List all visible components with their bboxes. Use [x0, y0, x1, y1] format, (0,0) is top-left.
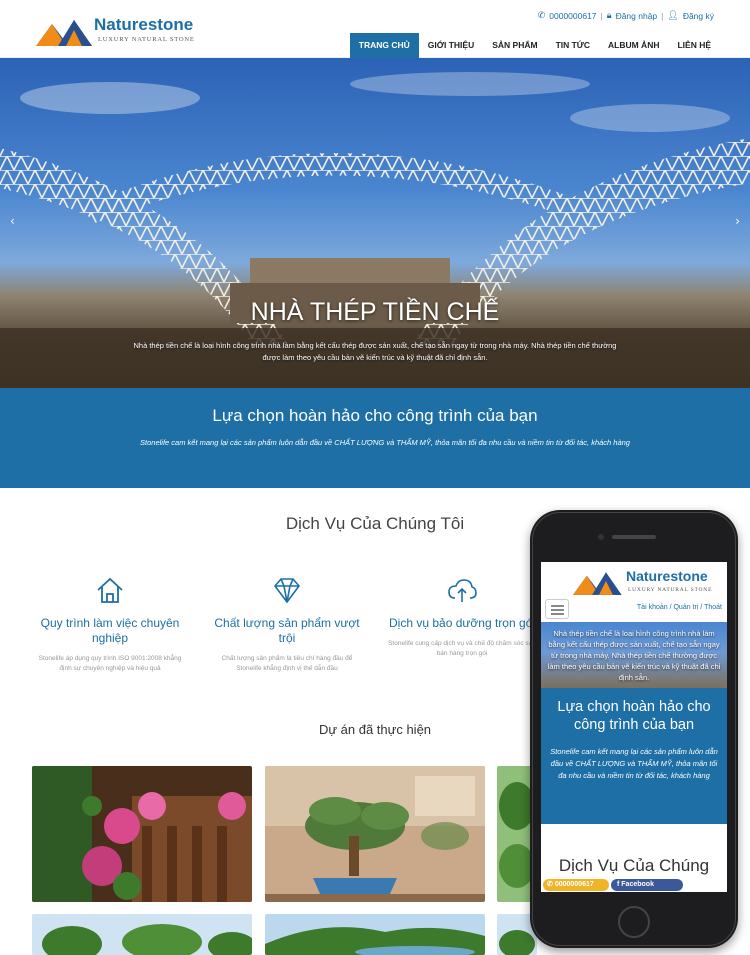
home-button[interactable]: [618, 906, 650, 938]
service-item: Dịch vụ bảo dưỡng trọn gói Stonelife cun…: [387, 574, 537, 659]
service-title[interactable]: Quy trình làm việc chuyên nghiệp: [35, 616, 185, 646]
hero-title: NHÀ THÉP TIỀN CHẾ: [250, 298, 500, 326]
project-image-lake[interactable]: [265, 914, 485, 955]
phone-camera: [598, 534, 604, 540]
service-description: Chất lượng sản phẩm là tiêu chí hàng đầu…: [221, 655, 353, 672]
hero-slider: ‹ › NHÀ THÉP TIỀN CHẾ Nhà thép tiền chế …: [0, 58, 750, 388]
logo-mountain-icon: [573, 572, 622, 595]
nav-item-about[interactable]: GIỚI THIỆU: [419, 33, 483, 58]
cloud-upload-icon: [448, 579, 477, 602]
main-nav: TRANG CHỦ GIỚI THIỆU SẢN PHẨM TIN TỨC AL…: [349, 33, 720, 58]
register-link[interactable]: Đăng ký: [683, 11, 714, 21]
service-title[interactable]: Chất lượng sản phẩm vượt trội: [212, 616, 362, 646]
logo-mountain-icon: [36, 20, 92, 46]
mobile-phone-button[interactable]: ✆ 0000000617: [543, 879, 609, 891]
site-header: Naturestone LUXURY NATURAL STONE ✆ 00000…: [0, 0, 750, 58]
logo-name: Naturestone: [94, 15, 194, 34]
phone-speaker: [612, 535, 656, 539]
nav-item-home[interactable]: TRANG CHỦ: [349, 33, 419, 58]
hamburger-menu-icon[interactable]: [545, 599, 569, 619]
home-icon: [97, 577, 123, 603]
slider-prev-icon[interactable]: ‹: [10, 214, 15, 228]
intro-text: Stonelife cam kết mang lại các sản phẩm …: [140, 438, 630, 447]
mobile-screen: Naturestone LUXURY NATURAL STONE Tài kho…: [541, 562, 727, 892]
slider-next-icon[interactable]: ›: [735, 214, 740, 228]
nav-item-news[interactable]: TIN TỨC: [547, 33, 599, 58]
nav-item-contact[interactable]: LIÊN HỆ: [668, 33, 720, 58]
service-description: Stonelife cung cấp dịch vụ và chế độ chă…: [388, 640, 536, 657]
mobile-logo[interactable]: Naturestone LUXURY NATURAL STONE: [573, 567, 727, 597]
topbar-divider: |: [600, 10, 603, 21]
project-image-flowers[interactable]: [32, 766, 252, 902]
mobile-intro-band: Lựa chọn hoàn hảo cho công trình của bạn…: [541, 688, 727, 824]
topbar: ✆ 0000000617 | 🔒︎ Đăng nhập | 👤︎ Đăng ký: [538, 10, 714, 21]
service-item: Quy trình làm việc chuyên nghiệp Stoneli…: [35, 574, 185, 674]
mobile-facebook-button[interactable]: f Facebook: [611, 879, 683, 891]
mobile-logo-name: Naturestone: [626, 568, 708, 584]
phone-icon: ✆: [547, 881, 555, 888]
hero-steel-structure-image: [0, 72, 750, 388]
mobile-services-title: Dịch Vụ Của Chúng: [558, 856, 710, 875]
lock-icon: 🔒︎: [606, 10, 612, 20]
hero-description: Nhà thép tiền chế là loại hình công trìn…: [133, 341, 617, 362]
intro-band: Lựa chọn hoàn hảo cho công trình của bạn…: [0, 388, 750, 488]
nav-item-album[interactable]: ALBUM ẢNH: [599, 33, 668, 58]
topbar-divider: |: [661, 10, 664, 21]
logo-tagline: LUXURY NATURAL STONE: [98, 36, 195, 43]
project-image-bonsai[interactable]: [265, 766, 485, 902]
diamond-icon: [273, 578, 301, 604]
mobile-contact-bar: ✆ 0000000617 f Facebook: [541, 878, 727, 892]
mobile-hero-text: Nhà thép tiền chế là loại hình công trìn…: [547, 629, 721, 682]
phone-icon: ✆: [537, 10, 546, 20]
logo[interactable]: Naturestone LUXURY NATURAL STONE: [36, 12, 196, 48]
service-title[interactable]: Dịch vụ bảo dưỡng trọn gói: [387, 616, 537, 631]
login-link[interactable]: Đăng nhập: [616, 11, 658, 21]
mobile-account-links[interactable]: Tài khoản / Quản trị / Thoát: [637, 604, 722, 611]
mobile-logo-tagline: LUXURY NATURAL STONE: [628, 587, 713, 593]
nav-item-products[interactable]: SẢN PHẨM: [483, 33, 546, 58]
intro-title: Lựa chọn hoàn hảo cho công trình của bạn: [212, 406, 538, 425]
topbar-phone[interactable]: 0000000617: [549, 11, 596, 21]
project-image-park[interactable]: [32, 914, 252, 955]
mobile-intro-title: Lựa chọn hoàn hảo cho công trình của bạn: [557, 699, 711, 733]
mobile-facebook-label: Facebook: [621, 881, 654, 888]
mobile-hero: Nhà thép tiền chế là loại hình công trìn…: [541, 622, 727, 688]
service-item: Chất lượng sản phẩm vượt trội Chất lượng…: [212, 574, 362, 674]
mobile-intro-text: Stonelife cam kết mang lại các sản phẩm …: [550, 747, 718, 780]
user-plus-icon: 👤︎: [667, 10, 679, 20]
mobile-phone-label: 0000000617: [554, 881, 594, 888]
service-description: Stonelife áp dụng quy trình ISO 9001:200…: [38, 655, 182, 672]
mobile-device-mockup: Naturestone LUXURY NATURAL STONE Tài kho…: [530, 510, 738, 948]
